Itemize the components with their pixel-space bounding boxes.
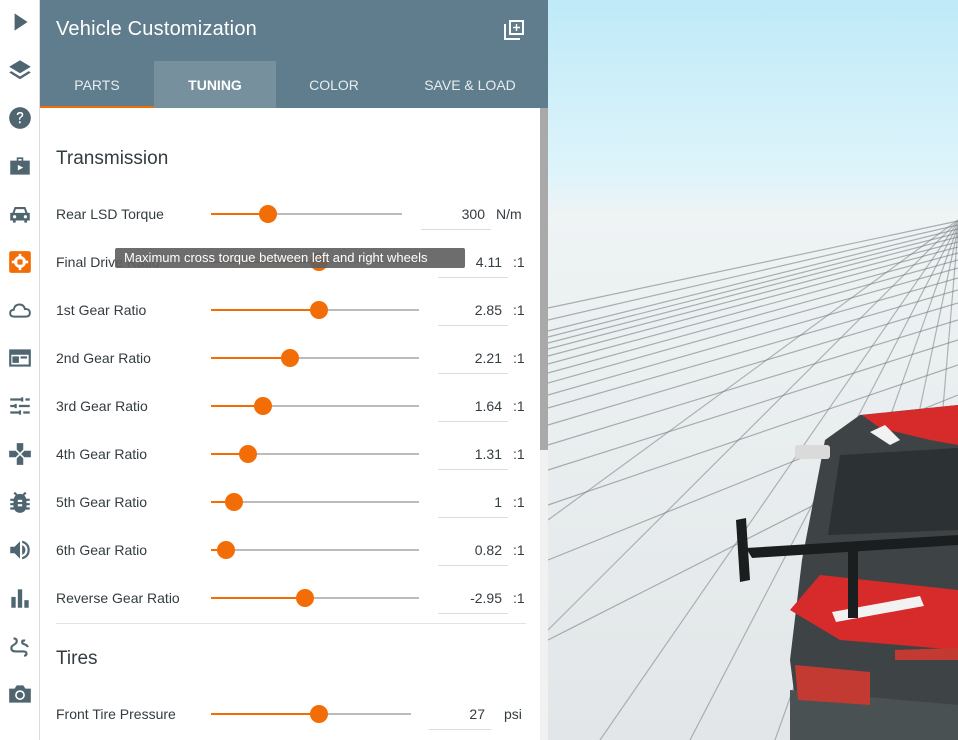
slider-thumb[interactable] xyxy=(216,541,235,559)
scrollbar-thumb[interactable] xyxy=(540,108,548,450)
tooltip: Maximum cross torque between left and ri… xyxy=(115,248,465,268)
slider-label: 2nd Gear Ratio xyxy=(56,350,151,366)
slider-row: Rear LSD Torque 300 N/m xyxy=(56,190,526,238)
tab-parts[interactable]: PARTS xyxy=(40,61,154,108)
volume-icon[interactable] xyxy=(0,530,40,570)
slider-label: 6th Gear Ratio xyxy=(56,542,148,558)
slider-thumb[interactable] xyxy=(254,397,272,415)
slider-thumb[interactable] xyxy=(310,301,329,319)
section-title-tires: Tires xyxy=(56,648,98,669)
slider-fill xyxy=(211,713,319,715)
tuning-list[interactable]: Transmission Rear LSD Torque 300 N/m Final … xyxy=(40,108,548,740)
slider-thumb[interactable] xyxy=(310,705,328,723)
slider-track[interactable] xyxy=(211,705,411,723)
unit-label: N/m xyxy=(496,206,522,222)
vehicle-customization-panel: Vehicle Customization PARTS TUNING COLOR… xyxy=(40,0,548,740)
slider-label: 5th Gear Ratio xyxy=(56,494,148,510)
unit-label: :1 xyxy=(513,302,525,318)
slider-fill xyxy=(211,309,320,311)
value-input[interactable]: 1.31 xyxy=(438,438,508,470)
value-input[interactable]: 1 xyxy=(438,486,508,518)
unit-label: :1 xyxy=(513,254,525,270)
bar-chart-icon[interactable] xyxy=(0,578,40,618)
slider-row: 1st Gear Ratio 2.85 :1 xyxy=(56,286,526,334)
briefcase-icon[interactable] xyxy=(0,146,40,186)
value-input[interactable]: 300 xyxy=(421,198,491,230)
value-input[interactable]: 2.21 xyxy=(438,342,508,374)
play-icon[interactable] xyxy=(0,2,40,42)
slider-row: 2nd Gear Ratio 2.21 :1 xyxy=(56,334,526,382)
cloud-icon[interactable] xyxy=(0,290,40,330)
slider-track[interactable] xyxy=(211,541,419,559)
slider-track[interactable] xyxy=(211,397,419,415)
slider-thumb[interactable] xyxy=(295,589,314,607)
sliders-icon[interactable] xyxy=(0,386,40,426)
slider-label: 4th Gear Ratio xyxy=(56,446,148,462)
slider-fill xyxy=(211,597,305,599)
value-input[interactable]: 1.64 xyxy=(438,390,508,422)
value-input[interactable]: 2.85 xyxy=(438,294,508,326)
unit-label: :1 xyxy=(513,542,525,558)
slider-label: 3rd Gear Ratio xyxy=(56,398,148,414)
slider-label: Front Tire Pressure xyxy=(56,706,176,722)
slider-row: 6th Gear Ratio 0.82 :1 xyxy=(56,526,526,574)
panel-title: Vehicle Customization xyxy=(56,18,257,40)
slider-track[interactable] xyxy=(211,205,402,223)
left-toolbar xyxy=(0,0,40,740)
tab-tuning[interactable]: TUNING xyxy=(154,61,276,108)
panel-header: Vehicle Customization PARTS TUNING COLOR… xyxy=(40,0,548,108)
value-input[interactable]: 0.82 xyxy=(438,534,508,566)
gear-icon[interactable] xyxy=(0,242,40,282)
add-window-icon[interactable] xyxy=(502,18,526,42)
slider-row: Front Tire Pressure 27 psi xyxy=(56,690,526,738)
slider-track[interactable] xyxy=(211,445,419,463)
slider-fill xyxy=(211,357,291,359)
unit-label: :1 xyxy=(513,590,525,606)
value-input[interactable]: 27 xyxy=(429,698,491,730)
slider-row: Reverse Gear Ratio -2.95 :1 xyxy=(56,574,526,622)
tab-save-load[interactable]: SAVE & LOAD xyxy=(392,61,548,108)
slider-track[interactable] xyxy=(211,493,419,511)
slider-thumb[interactable] xyxy=(281,349,300,367)
car-icon[interactable] xyxy=(0,194,40,234)
scrollbar-track[interactable] xyxy=(540,108,548,740)
gamepad-icon[interactable] xyxy=(0,434,40,474)
unit-label: :1 xyxy=(513,494,525,510)
slider-label: Rear LSD Torque xyxy=(56,206,164,222)
tab-bar: PARTS TUNING COLOR SAVE & LOAD xyxy=(40,61,548,108)
tab-color[interactable]: COLOR xyxy=(276,61,392,108)
slider-row: 5th Gear Ratio 1 :1 xyxy=(56,478,526,526)
unit-label: :1 xyxy=(513,446,525,462)
3d-viewport[interactable] xyxy=(540,0,958,740)
slider-track[interactable] xyxy=(211,301,419,319)
slider-label: 1st Gear Ratio xyxy=(56,302,147,318)
slider-track[interactable] xyxy=(211,589,419,607)
help-icon[interactable] xyxy=(0,98,40,138)
section-title-transmission: Transmission xyxy=(56,148,169,169)
section-divider xyxy=(56,623,526,624)
slider-track[interactable] xyxy=(211,349,419,367)
slider-row: 3rd Gear Ratio 1.64 :1 xyxy=(56,382,526,430)
slider-row: 4th Gear Ratio 1.31 :1 xyxy=(56,430,526,478)
window-icon[interactable] xyxy=(0,338,40,378)
bug-icon[interactable] xyxy=(0,482,40,522)
unit-label: :1 xyxy=(513,398,525,414)
camera-icon[interactable] xyxy=(0,674,40,714)
slider-label: Reverse Gear Ratio xyxy=(56,590,180,606)
unit-label: psi xyxy=(504,706,522,722)
slider-thumb[interactable] xyxy=(259,205,278,223)
slider-thumb[interactable] xyxy=(239,445,258,463)
unit-label: :1 xyxy=(513,350,525,366)
value-input[interactable]: -2.95 xyxy=(438,582,508,614)
slider-thumb[interactable] xyxy=(224,493,243,511)
route-icon[interactable] xyxy=(0,626,40,666)
layers-icon[interactable] xyxy=(0,50,40,90)
